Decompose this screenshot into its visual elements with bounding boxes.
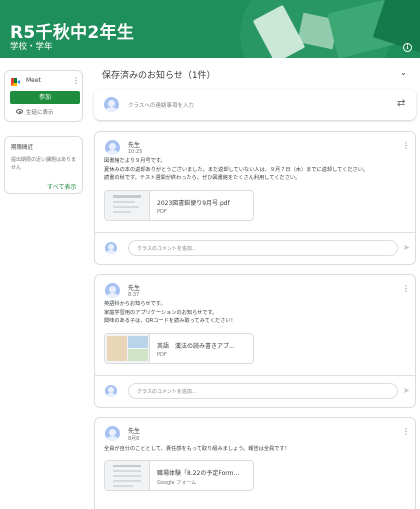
send-icon[interactable]: ➤ bbox=[403, 386, 410, 395]
post-author: 先生 bbox=[128, 428, 141, 435]
avatar bbox=[105, 426, 120, 441]
attachment-card[interactable]: 2023図書館便り9月号.pdf PDF bbox=[104, 190, 254, 221]
attachment-name: 職場体験「8.22の予定Form... bbox=[157, 470, 240, 477]
attachment-type: Google フォーム bbox=[157, 480, 197, 486]
announcement-post: 先生 10:25 ⋮ 図書館だより９月号です。 夏休みの本の返却ありがとうござい… bbox=[94, 131, 416, 265]
post-date: 8:37 bbox=[128, 292, 140, 298]
more-options-icon[interactable]: ⋮ bbox=[402, 285, 410, 293]
class-subtitle: 学校・学年 bbox=[10, 42, 53, 52]
post-author: 先生 bbox=[128, 142, 141, 149]
avatar bbox=[105, 385, 117, 397]
pdf-thumbnail bbox=[105, 191, 150, 220]
post-body: 図書館だより９月号です。 夏休みの本の返却ありがとうございました。まだ返却してい… bbox=[104, 158, 369, 181]
join-button[interactable]: 参加 bbox=[10, 91, 80, 104]
post-date: 10:25 bbox=[128, 149, 143, 155]
class-banner: R5千秋中2年生 学校・学年 i bbox=[0, 0, 420, 58]
divider bbox=[95, 375, 415, 376]
post-date: 8月8 bbox=[128, 436, 140, 442]
avatar bbox=[104, 97, 119, 112]
attachment-type: PDF bbox=[157, 209, 167, 215]
repost-icon[interactable]: ⇄ bbox=[397, 98, 405, 109]
send-icon[interactable]: ➤ bbox=[403, 243, 410, 252]
post-body: 英語科からお知らせです。 家庭学習用のアプリケーションのお知らせです。 興味のあ… bbox=[104, 301, 236, 324]
avatar bbox=[105, 283, 120, 298]
attachment-type: PDF bbox=[157, 352, 167, 358]
more-options-icon[interactable]: ⋮ bbox=[72, 77, 80, 85]
more-options-icon[interactable]: ⋮ bbox=[402, 142, 410, 150]
announcement-post: 先生 8:37 ⋮ 英語科からお知らせです。 家庭学習用のアプリケーションのお知… bbox=[94, 274, 416, 408]
avatar bbox=[105, 242, 117, 254]
due-soon-title: 期限間近 bbox=[11, 145, 34, 151]
info-icon[interactable]: i bbox=[403, 43, 412, 52]
avatar bbox=[105, 140, 120, 155]
attachment-name: 2023図書館便り9月号.pdf bbox=[157, 200, 230, 207]
eye-icon bbox=[16, 109, 23, 114]
meet-icon bbox=[11, 78, 20, 86]
share-input[interactable]: クラスへの連絡事項を入力 bbox=[128, 101, 194, 109]
visibility-label: 生徒に表示 bbox=[26, 110, 54, 116]
comment-input[interactable]: クラスのコメントを追加... bbox=[128, 383, 398, 399]
saved-announcements-header[interactable]: 保存済みのお知らせ（1件） bbox=[102, 68, 216, 81]
meet-card: Meet ⋮ 参加 生徒に表示 bbox=[4, 70, 83, 122]
comment-input[interactable]: クラスのコメントを追加... bbox=[128, 240, 398, 256]
attachment-card[interactable]: 職場体験「8.22の予定Form... Google フォーム bbox=[104, 460, 254, 491]
more-options-icon[interactable]: ⋮ bbox=[402, 428, 410, 436]
announcement-post: 先生 8月8 ⋮ 全員が自分のこととして、責任感をもって取り組みましょう。報告は… bbox=[94, 417, 416, 509]
view-all-link[interactable]: すべて表示 bbox=[47, 182, 76, 191]
due-soon-text: 提出期限の近い課題はありません bbox=[11, 157, 77, 171]
divider bbox=[95, 232, 415, 233]
attachment-card[interactable]: 英語 漢法の読み書きアプ... PDF bbox=[104, 333, 254, 364]
post-body: 全員が自分のこととして、責任感をもって取り組みましょう。報告は全員です！ bbox=[104, 446, 290, 452]
post-author: 先生 bbox=[128, 285, 141, 292]
meet-label: Meet bbox=[26, 77, 41, 84]
attachment-name: 英語 漢法の読み書きアプ... bbox=[157, 343, 235, 350]
share-box[interactable]: クラスへの連絡事項を入力 ⇄ bbox=[94, 89, 416, 120]
chevron-down-icon[interactable]: ⌄ bbox=[400, 68, 407, 77]
form-thumbnail bbox=[105, 461, 150, 490]
due-soon-card: 期限間近 提出期限の近い課題はありません すべて表示 bbox=[4, 136, 83, 194]
pdf-thumbnail bbox=[105, 334, 150, 363]
